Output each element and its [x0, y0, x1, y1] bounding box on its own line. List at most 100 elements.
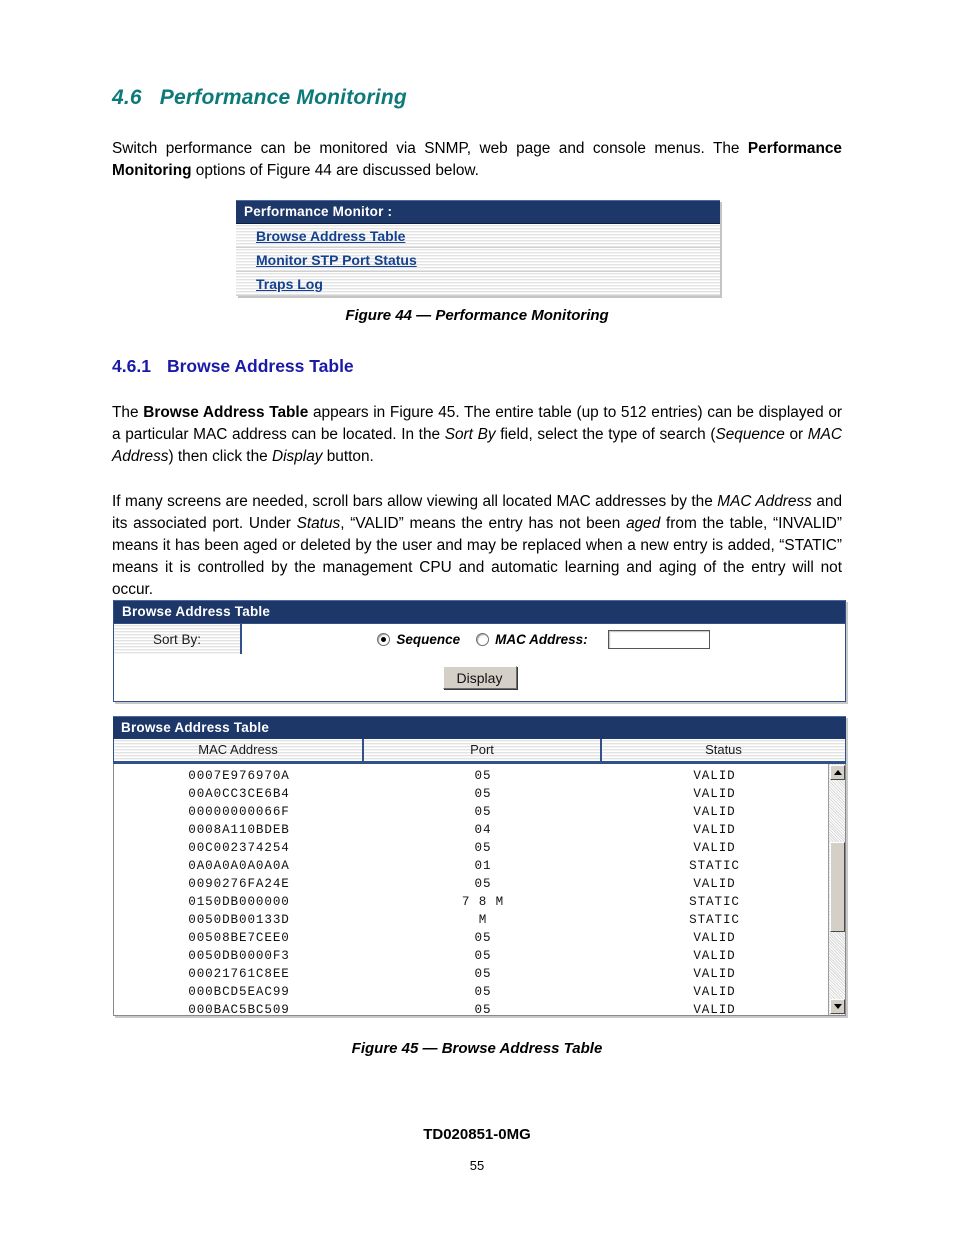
- cell-port: 7 8 M: [461, 895, 505, 909]
- link-monitor-stp-port-status[interactable]: Monitor STP Port Status: [256, 252, 417, 268]
- table-row: 0008A110BDEB 04 VALID: [114, 821, 845, 839]
- cell-port: 05: [474, 1003, 492, 1016]
- cell-port: 05: [474, 769, 492, 783]
- table-row: 0150DB000000 7 8 M STATIC: [114, 893, 845, 911]
- cell-mac-address: 0050DB00133D: [188, 913, 290, 927]
- table-row: 0A0A0A0A0A0A 01 STATIC: [114, 857, 845, 875]
- p2-text-4: or: [784, 426, 808, 443]
- mac-address-input[interactable]: [607, 629, 710, 649]
- table-row: 00C002374254 05 VALID: [114, 839, 845, 857]
- subsection-title: Browse Address Table: [166, 356, 354, 376]
- link-browse-address-table[interactable]: Browse Address Table: [256, 228, 405, 244]
- results-rows: 0007E976970A 05 VALID 00A0CC3CE6B4 05 VALID 00…: [114, 764, 845, 1016]
- performance-monitor-header: Performance Monitor :: [236, 200, 720, 224]
- table-row: 00021761C8EE 05 VALID: [114, 965, 845, 983]
- intro-text-2: options of Figure 44 are discussed below…: [191, 162, 479, 179]
- cell-status: STATIC: [689, 859, 740, 873]
- p2-text-1: The: [112, 404, 144, 421]
- cell-status: VALID: [693, 841, 736, 855]
- cell-mac-address: 0150DB000000: [188, 895, 290, 909]
- figure-44-caption: Figure 44 — Performance Monitoring: [345, 307, 609, 324]
- p3-text-1: If many screens are needed, scroll bars …: [112, 493, 718, 510]
- cell-mac-address: 0008A110BDEB: [188, 823, 290, 837]
- cell-status: VALID: [693, 985, 736, 999]
- radio-mac-address-label: MAC Address:: [495, 631, 588, 647]
- cell-port: 05: [474, 787, 492, 801]
- cell-port: 04: [474, 823, 492, 837]
- browse-address-table-figure: Browse Address Table Sort By: Sequence M…: [113, 600, 846, 1016]
- cell-status: VALID: [693, 931, 736, 945]
- menu-item-monitor-stp-port-status[interactable]: Monitor STP Port Status: [236, 248, 720, 272]
- cell-port: 05: [474, 949, 492, 963]
- cell-port: 05: [474, 805, 492, 819]
- table-row: 00A0CC3CE6B4 05 VALID: [114, 785, 845, 803]
- browse-address-results-header: Browse Address Table: [113, 716, 846, 739]
- cell-mac-address: 0090276FA24E: [188, 877, 290, 891]
- subsection-number: 4.6.1: [112, 356, 151, 376]
- p2-italic-4: Display: [271, 448, 323, 465]
- sort-by-label: Sort By:: [114, 624, 242, 654]
- table-row: 00000000066F 05 VALID: [114, 803, 845, 821]
- scroll-down-arrow-icon[interactable]: [830, 999, 845, 1014]
- cell-mac-address: 00000000066F: [188, 805, 290, 819]
- table-row: 0090276FA24E 05 VALID: [114, 875, 845, 893]
- p2-italic-2: Sequence: [715, 426, 785, 443]
- cell-mac-address: 00021761C8EE: [188, 967, 290, 981]
- table-row: 000BAC5BC509 05 VALID: [114, 1001, 845, 1016]
- figure-45-caption: Figure 45 — Browse Address Table: [351, 1040, 603, 1057]
- table-row: 00508BE7CEE0 05 VALID: [114, 929, 845, 947]
- link-traps-log[interactable]: Traps Log: [256, 276, 323, 292]
- p3-text-3: , “VALID” means the entry has not been: [340, 515, 627, 532]
- cell-mac-address: 00508BE7CEE0: [188, 931, 290, 945]
- results-vertical-scrollbar[interactable]: [828, 764, 845, 1015]
- document-page: 4.6 Performance Monitoring Switch perform…: [0, 0, 954, 1235]
- results-column-headers: MAC Address Port Status: [113, 739, 846, 764]
- cell-status: VALID: [693, 769, 736, 783]
- browse-address-table-results: Browse Address Table MAC Address Port St…: [113, 716, 846, 1016]
- cell-mac-address: 00C002374254: [188, 841, 290, 855]
- performance-monitor-panel: Performance Monitor : Browse Address Tab…: [236, 200, 720, 296]
- radio-sequence-label: Sequence: [396, 631, 461, 647]
- table-row: 0007E976970A 05 VALID: [114, 767, 845, 785]
- radio-mac-address[interactable]: [476, 632, 490, 646]
- table-row: 000BCD5EAC99 05 VALID: [114, 983, 845, 1001]
- browse-address-table-form: Browse Address Table Sort By: Sequence M…: [113, 600, 846, 702]
- sort-by-row: Sort By: Sequence MAC Address:: [114, 623, 845, 654]
- cell-mac-address: 000BCD5EAC99: [188, 985, 290, 999]
- column-header-mac-address: MAC Address: [114, 739, 364, 761]
- footer-document-code: TD020851-0MG: [423, 1126, 531, 1143]
- section-number: 4.6: [112, 86, 142, 109]
- p3-italic-2: Status: [296, 515, 341, 532]
- cell-mac-address: 0050DB0000F3: [188, 949, 290, 963]
- footer-page-number: 55: [469, 1158, 485, 1173]
- menu-item-traps-log[interactable]: Traps Log: [236, 272, 720, 296]
- p2-italic-1: Sort By: [444, 426, 496, 443]
- intro-paragraph: Switch performance can be monitored via …: [112, 138, 842, 182]
- cell-status: VALID: [693, 877, 736, 891]
- table-row: 0050DB00133D M STATIC: [114, 911, 845, 929]
- display-button-area: Display: [114, 654, 845, 701]
- p3-italic-1: MAC Address: [717, 493, 812, 510]
- scrollbar-thumb[interactable]: [830, 842, 845, 932]
- browse-address-table-paragraph: The Browse Address Table appears in Figu…: [112, 402, 842, 468]
- cell-status: STATIC: [689, 913, 740, 927]
- scroll-up-arrow-icon[interactable]: [830, 765, 845, 780]
- cell-status: VALID: [693, 805, 736, 819]
- column-header-status: Status: [602, 739, 845, 761]
- cell-port: 01: [474, 859, 492, 873]
- p3-italic-3: aged: [626, 515, 661, 532]
- cell-mac-address: 0007E976970A: [188, 769, 290, 783]
- display-button[interactable]: Display: [442, 666, 517, 689]
- cell-status: VALID: [693, 787, 736, 801]
- status-explanation-paragraph: If many screens are needed, scroll bars …: [112, 491, 842, 601]
- cell-status: VALID: [693, 967, 736, 981]
- table-row: 0050DB0000F3 05 VALID: [114, 947, 845, 965]
- column-header-port: Port: [364, 739, 602, 761]
- cell-mac-address: 000BAC5BC509: [188, 1003, 290, 1016]
- subsection-heading: 4.6.1 Browse Address Table: [112, 356, 354, 377]
- p2-bold-1: Browse Address Table: [143, 404, 309, 421]
- menu-item-browse-address-table[interactable]: Browse Address Table: [236, 224, 720, 248]
- radio-sequence[interactable]: [377, 632, 391, 646]
- p2-text-6: button.: [322, 448, 374, 465]
- cell-port: M: [478, 913, 488, 927]
